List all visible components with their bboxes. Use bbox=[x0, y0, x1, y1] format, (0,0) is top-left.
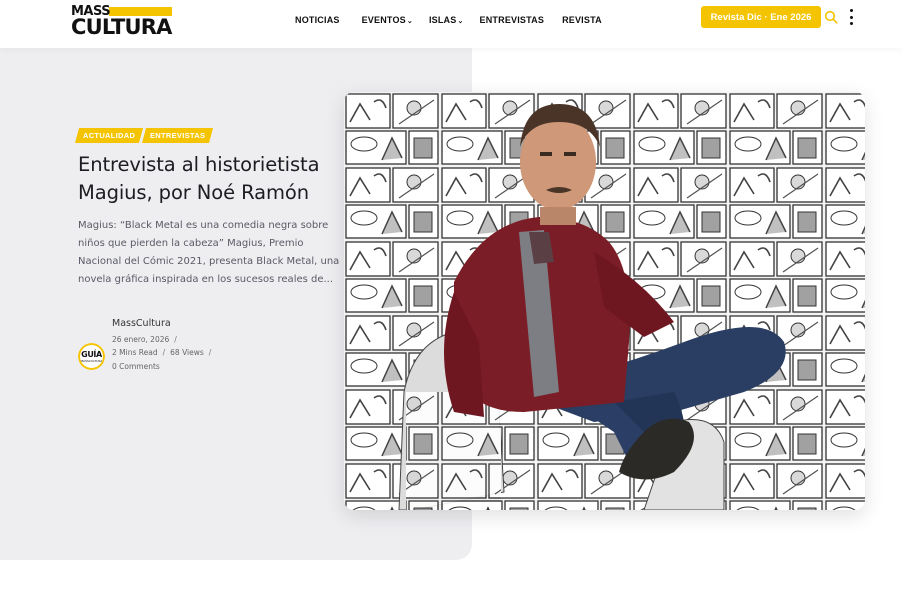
meta-separator: / bbox=[174, 335, 177, 344]
read-time: 2 Mins Read bbox=[112, 348, 158, 357]
meta-date-row: 26 enero, 2026 / bbox=[112, 333, 272, 346]
site-header: MASS CULTURA NOTICIAS EVENTOS ⌄ ISLAS ⌄ EN… bbox=[0, 0, 902, 48]
meta-stats-row: 2 Mins Read / 68 Views / bbox=[112, 346, 272, 359]
meta-comments-row: 0 Comments bbox=[112, 360, 272, 373]
nav-item-revista[interactable]: REVISTA bbox=[562, 15, 602, 25]
more-vertical-icon[interactable] bbox=[846, 9, 856, 25]
nav-label: NOTICIAS bbox=[295, 15, 340, 25]
nav-item-entrevistas[interactable]: ENTREVISTAS bbox=[480, 15, 545, 25]
nav-label: ENTREVISTAS bbox=[479, 15, 545, 25]
author-avatar[interactable]: GUÍA MASSCULTURA bbox=[78, 343, 105, 370]
logo-bottom-text: CULTURA bbox=[71, 15, 172, 39]
site-logo[interactable]: MASS CULTURA bbox=[71, 4, 175, 38]
meta-separator: / bbox=[162, 348, 166, 357]
tag-entrevistas[interactable]: ENTREVISTAS bbox=[142, 128, 214, 143]
tag-actualidad[interactable]: ACTUALIDAD bbox=[74, 128, 144, 143]
featured-image[interactable] bbox=[344, 92, 865, 510]
avatar-ring bbox=[78, 343, 105, 370]
chevron-down-icon: ⌄ bbox=[406, 18, 413, 25]
nav-item-islas[interactable]: ISLAS ⌄ bbox=[429, 15, 464, 25]
magazine-issue-button[interactable]: Revista Dic · Ene 2026 bbox=[701, 6, 821, 28]
search-icon[interactable] bbox=[824, 10, 838, 24]
chevron-down-icon: ⌄ bbox=[457, 18, 464, 25]
nav-item-eventos[interactable]: EVENTOS ⌄ bbox=[362, 15, 413, 25]
post-date: 26 enero, 2026 bbox=[112, 335, 170, 344]
featured-photo-illustration bbox=[344, 92, 865, 510]
nav-label: EVENTOS bbox=[361, 15, 406, 25]
nav-item-noticias[interactable]: NOTICIAS bbox=[295, 15, 340, 25]
meta-separator: / bbox=[208, 348, 212, 357]
tag-label: ENTREVISTAS bbox=[150, 131, 206, 140]
author-name[interactable]: MassCultura bbox=[112, 318, 171, 329]
tag-label: ACTUALIDAD bbox=[83, 131, 136, 140]
main-nav: NOTICIAS EVENTOS ⌄ ISLAS ⌄ ENTREVISTAS REV… bbox=[295, 15, 602, 25]
article-excerpt: Magius: “Black Metal es una comedia negr… bbox=[78, 220, 340, 285]
view-count: 68 Views bbox=[170, 348, 204, 357]
category-tags: ACTUALIDAD ENTREVISTAS bbox=[74, 128, 214, 143]
comment-count[interactable]: 0 Comments bbox=[112, 362, 160, 371]
nav-label: ISLAS bbox=[428, 15, 457, 25]
nav-label: REVISTA bbox=[562, 15, 602, 25]
article-title[interactable]: Entrevista al historietista Magius, por … bbox=[78, 151, 348, 207]
